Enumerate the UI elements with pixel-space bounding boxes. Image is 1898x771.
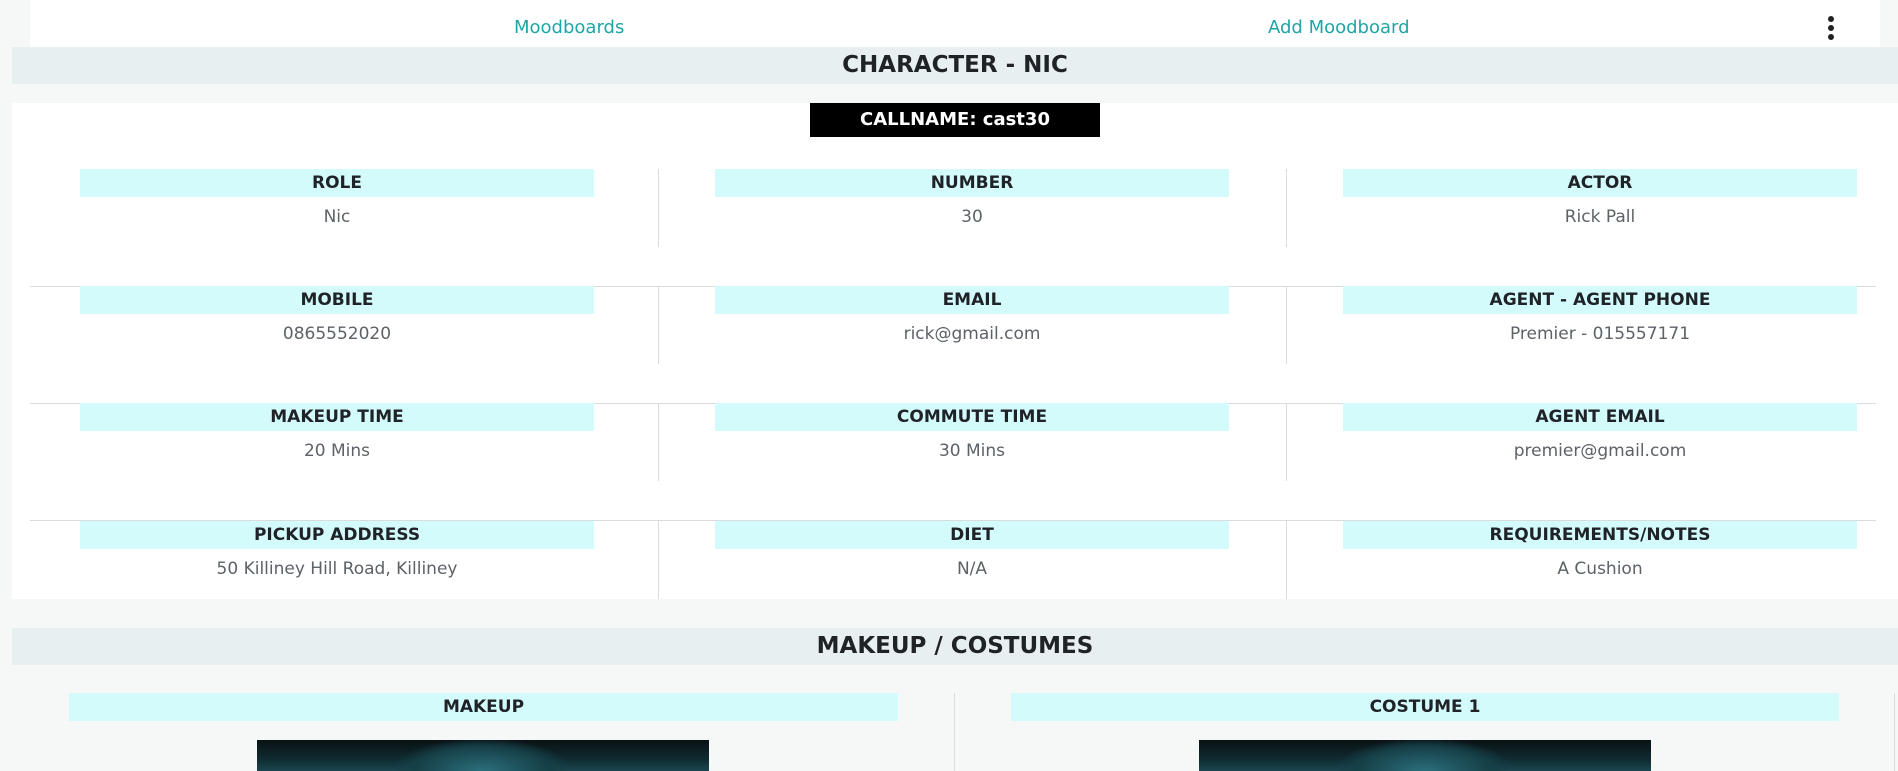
detail-cell-agent-email: AGENT EMAIL premier@gmail.com <box>1286 403 1898 481</box>
details-row: MOBILE 0865552020 EMAIL rick@gmail.com A… <box>30 286 1876 404</box>
detail-cell-mobile: MOBILE 0865552020 <box>30 286 658 403</box>
detail-cell-makeup-time: MAKEUP TIME 20 Mins <box>30 403 658 520</box>
moodboards-link[interactable]: Moodboards <box>514 17 624 38</box>
detail-value: premier@gmail.com <box>1513 441 1687 461</box>
detail-label: AGENT EMAIL <box>1343 403 1857 431</box>
detail-value: rick@gmail.com <box>903 324 1041 344</box>
detail-value: 30 <box>961 207 983 227</box>
character-details-panel: CALLNAME: cast30 ROLE Nic NUMBER 30 ACTO… <box>12 103 1898 599</box>
detail-value: 0865552020 <box>282 324 392 344</box>
costume-label: COSTUME 1 <box>1011 693 1839 721</box>
detail-cell-role: ROLE Nic <box>30 169 658 286</box>
detail-value: A Cushion <box>1557 559 1643 579</box>
details-row: ROLE Nic NUMBER 30 ACTOR Rick Pall <box>30 169 1876 287</box>
detail-label: AGENT - AGENT PHONE <box>1343 286 1857 314</box>
detail-cell-diet: DIET N/A <box>658 521 1287 599</box>
detail-value: Rick Pall <box>1564 207 1636 227</box>
detail-value: N/A <box>956 559 988 579</box>
detail-label: PICKUP ADDRESS <box>80 521 594 549</box>
detail-value: Nic <box>323 207 351 227</box>
details-row: PICKUP ADDRESS 50 Killiney Hill Road, Ki… <box>30 521 1876 638</box>
detail-cell-number: NUMBER 30 <box>658 169 1287 247</box>
detail-value: 50 Killiney Hill Road, Killiney <box>216 559 458 579</box>
makeup-costumes-panel: MAKEUP COSTUME 1 <box>12 683 1898 771</box>
detail-value: 20 Mins <box>303 441 371 461</box>
makeup-photo[interactable] <box>257 740 709 771</box>
detail-label: ACTOR <box>1343 169 1857 197</box>
detail-value: Premier - 015557171 <box>1509 324 1691 344</box>
column-divider <box>954 693 955 771</box>
kebab-vertical-icon[interactable] <box>1825 16 1837 40</box>
callname-badge: CALLNAME: cast30 <box>810 103 1100 137</box>
character-section-header: CHARACTER - NIC <box>12 47 1898 84</box>
costume-photo[interactable] <box>1199 740 1651 771</box>
top-nav-bar: Moodboards Add Moodboard <box>30 0 1880 47</box>
detail-cell-actor: ACTOR Rick Pall <box>1286 169 1898 247</box>
detail-label: REQUIREMENTS/NOTES <box>1343 521 1857 549</box>
detail-label: ROLE <box>80 169 594 197</box>
detail-label: MOBILE <box>80 286 594 314</box>
makeup-label: MAKEUP <box>69 693 898 721</box>
detail-label: NUMBER <box>715 169 1229 197</box>
detail-cell-email: EMAIL rick@gmail.com <box>658 286 1287 364</box>
detail-value: 30 Mins <box>938 441 1006 461</box>
makeup-costumes-section-header: MAKEUP / COSTUMES <box>12 628 1898 665</box>
detail-cell-commute-time: COMMUTE TIME 30 Mins <box>658 403 1287 481</box>
detail-cell-pickup-address: PICKUP ADDRESS 50 Killiney Hill Road, Ki… <box>30 521 658 638</box>
details-row: MAKEUP TIME 20 Mins COMMUTE TIME 30 Mins… <box>30 403 1876 521</box>
detail-label: COMMUTE TIME <box>715 403 1229 431</box>
detail-cell-requirements: REQUIREMENTS/NOTES A Cushion <box>1286 521 1898 599</box>
detail-label: MAKEUP TIME <box>80 403 594 431</box>
detail-cell-agent-phone: AGENT - AGENT PHONE Premier - 015557171 <box>1286 286 1898 364</box>
add-moodboard-link[interactable]: Add Moodboard <box>1268 17 1410 38</box>
detail-label: EMAIL <box>715 286 1229 314</box>
column-divider <box>1894 693 1895 771</box>
detail-label: DIET <box>715 521 1229 549</box>
